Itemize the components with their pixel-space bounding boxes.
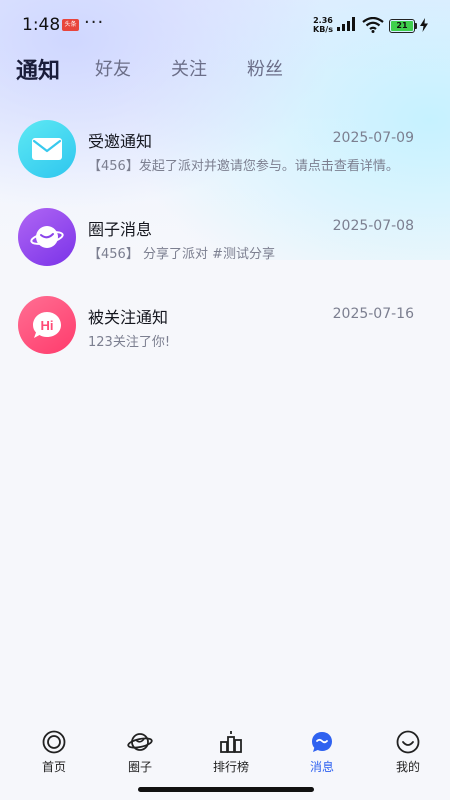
notification-title: 被关注通知 <box>88 308 169 327</box>
profile-icon <box>396 730 420 754</box>
home-icon <box>42 730 66 754</box>
status-time: 1:48 <box>22 15 61 35</box>
battery-tip <box>415 23 417 29</box>
nav-ranking[interactable]: 排行榜 <box>201 728 261 775</box>
svg-text:Hi: Hi <box>41 318 54 333</box>
tab-fans[interactable]: 粉丝 <box>247 55 283 81</box>
nav-label: 排行榜 <box>212 760 249 774</box>
nav-profile[interactable]: 我的 <box>378 728 438 775</box>
network-speed: 2.36 KB/s <box>313 16 333 34</box>
hi-bubble-icon: Hi <box>18 296 76 354</box>
nav-label: 圈子 <box>127 760 152 774</box>
signal-icon <box>337 17 355 31</box>
message-icon <box>312 732 332 752</box>
wifi-icon <box>362 17 384 33</box>
notification-preview: 【456】发起了派对并邀请您参与。请点击查看详情。 <box>88 159 399 174</box>
tab-notifications[interactable]: 通知 <box>16 53 60 85</box>
network-speed-value: 2.36 <box>313 16 333 25</box>
nav-circle[interactable]: 圈子 <box>110 728 170 775</box>
notification-item-follow[interactable]: Hi 被关注通知 2025-07-16 123关注了你! <box>0 286 450 374</box>
tab-friends[interactable]: 好友 <box>95 55 131 81</box>
nav-label: 首页 <box>41 760 66 774</box>
notification-title: 受邀通知 <box>88 132 153 151</box>
nav-home[interactable]: 首页 <box>24 728 84 775</box>
charging-icon <box>420 18 428 32</box>
circle-planet-icon <box>18 208 76 266</box>
notification-item-invite[interactable]: 受邀通知 2025-07-09 【456】发起了派对并邀请您参与。请点击查看详情… <box>0 110 450 198</box>
notification-preview: 【456】 分享了派对 #测试分享 <box>88 247 275 262</box>
mail-icon <box>18 120 76 178</box>
nav-label: 消息 <box>309 760 334 774</box>
message-tabs: 通知 好友 关注 粉丝 <box>0 55 450 91</box>
nav-messages[interactable]: 消息 <box>292 728 352 775</box>
planet-icon <box>127 733 153 751</box>
notification-date: 2025-07-09 <box>332 130 414 146</box>
bottom-navigation: 首页 圈子 排行榜 消息 我的 <box>0 728 450 784</box>
tab-following[interactable]: 关注 <box>171 55 207 81</box>
battery-level: 21 <box>391 21 413 31</box>
news-app-badge: 头条 <box>62 19 79 31</box>
notification-date: 2025-07-16 <box>332 306 414 322</box>
ranking-icon <box>220 731 242 753</box>
notification-date: 2025-07-08 <box>332 218 414 234</box>
notification-title: 圈子消息 <box>88 220 153 239</box>
network-speed-unit: KB/s <box>313 25 333 34</box>
more-notifications-icon: ··· <box>84 12 105 33</box>
status-bar: 1:48 头条 ··· 2.36 KB/s 21 <box>0 0 450 52</box>
home-indicator[interactable] <box>138 787 314 792</box>
notification-item-circle[interactable]: 圈子消息 2025-07-08 【456】 分享了派对 #测试分享 <box>0 198 450 286</box>
notification-list: 受邀通知 2025-07-09 【456】发起了派对并邀请您参与。请点击查看详情… <box>0 110 450 374</box>
nav-label: 我的 <box>395 760 420 774</box>
battery-icon: 21 <box>389 19 415 33</box>
notification-preview: 123关注了你! <box>88 335 171 350</box>
